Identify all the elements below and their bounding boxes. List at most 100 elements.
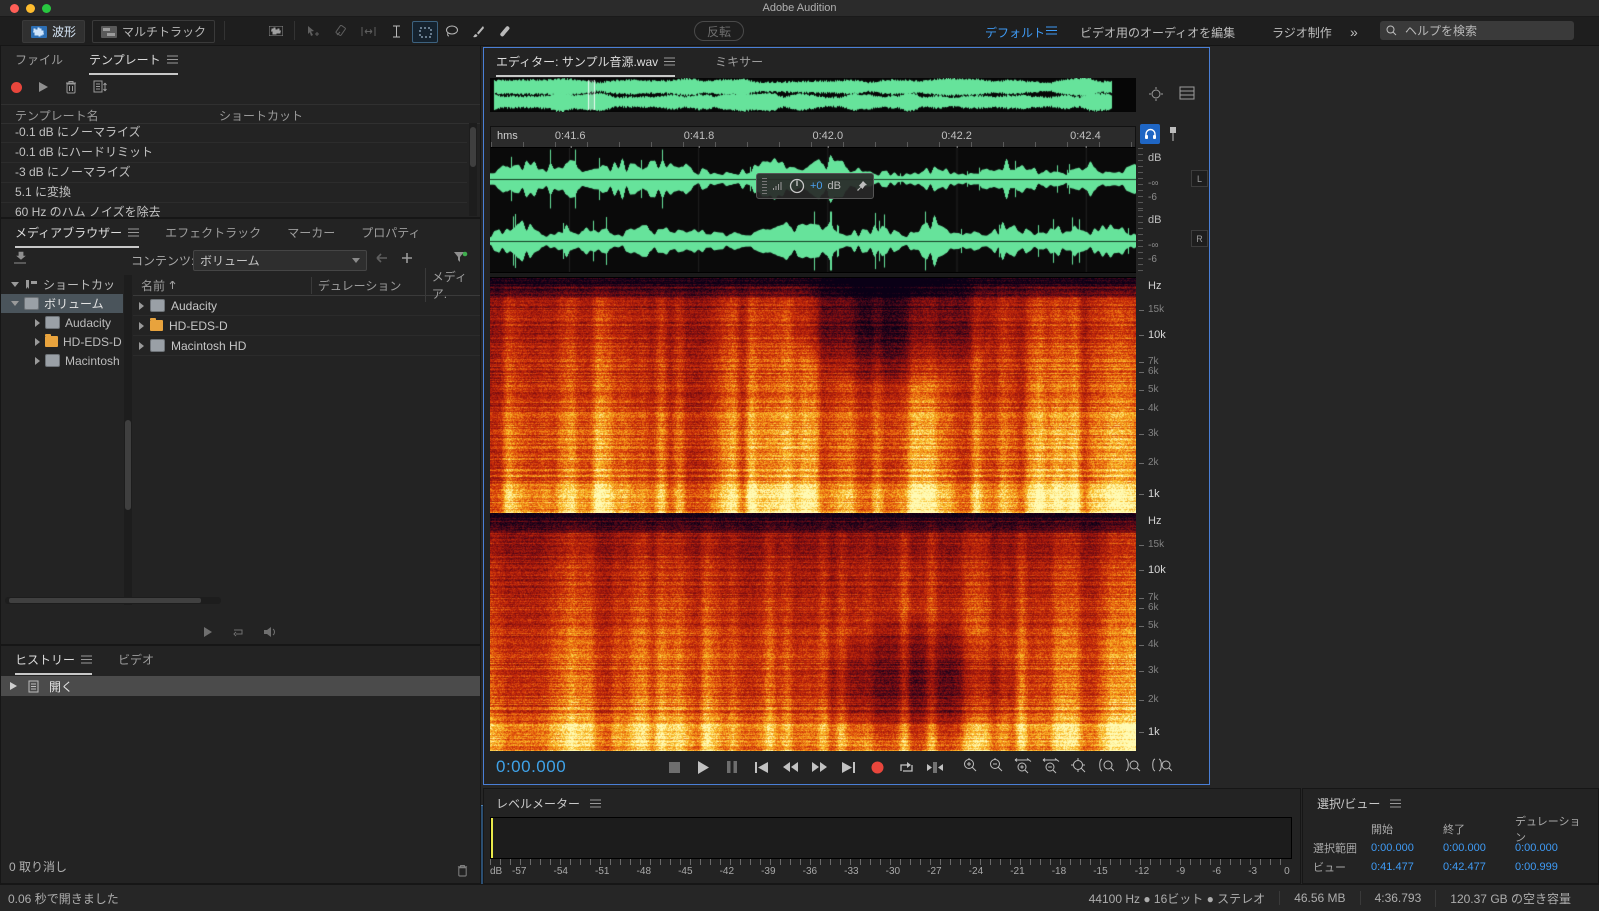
record-button[interactable]	[867, 757, 887, 777]
invert-button[interactable]: 反転	[694, 21, 745, 41]
chevron-right-icon[interactable]	[35, 318, 40, 327]
template-row[interactable]: -0.1 dB にハードリミット	[1, 143, 467, 163]
skip-to-start-button[interactable]	[751, 757, 771, 777]
pause-button[interactable]	[722, 757, 742, 777]
zoom-to-out-point-button[interactable]	[1124, 758, 1141, 773]
scrollbar-thumb[interactable]	[125, 420, 131, 510]
tab-editor[interactable]: エディター: サンプル音源.wav	[496, 53, 676, 77]
col-name[interactable]: 名前	[141, 277, 165, 294]
tab-files[interactable]: ファイル	[15, 51, 63, 68]
zoom-to-selection-button[interactable]	[1151, 758, 1172, 773]
col-template-name[interactable]: テンプレート名	[15, 107, 99, 124]
tab-effects-rack[interactable]: エフェクトラック	[165, 224, 261, 241]
right-channel-button[interactable]: R	[1191, 230, 1208, 247]
chevron-down-icon[interactable]	[11, 282, 19, 287]
workspace-edit-audio-video[interactable]: ビデオ用のオーディオを編集	[1080, 24, 1235, 41]
tab-media-browser[interactable]: メディアブラウザー	[15, 224, 140, 248]
multitrack-view-button[interactable]: マルチトラック	[92, 20, 216, 43]
tree-item-hd-eds-d[interactable]: HD-EDS-D	[1, 332, 123, 351]
slip-tool[interactable]	[356, 21, 380, 41]
play-template-button[interactable]	[38, 81, 49, 93]
spectrogram-left-channel[interactable]	[490, 278, 1136, 513]
marker-pin-icon[interactable]	[1168, 126, 1178, 144]
paintbrush-selection-tool[interactable]	[466, 21, 490, 41]
chevron-right-icon[interactable]	[139, 321, 144, 330]
panel-menu-icon[interactable]	[664, 57, 676, 66]
panel-menu-icon[interactable]	[81, 655, 93, 664]
play-button[interactable]	[693, 757, 713, 777]
scrollbar-thumb[interactable]	[9, 598, 201, 603]
workspace-radio[interactable]: ラジオ制作	[1272, 24, 1332, 41]
template-row[interactable]: 5.1 に変換	[1, 183, 467, 203]
tab-mixer[interactable]: ミキサー	[715, 53, 763, 70]
chevron-right-icon[interactable]	[35, 356, 40, 365]
spot-healing-brush-tool[interactable]	[492, 21, 516, 41]
view-start-value[interactable]: 0:41.477	[1371, 861, 1443, 873]
tree-hscrollbar[interactable]	[5, 597, 221, 604]
view-end-value[interactable]: 0:42.477	[1443, 861, 1515, 873]
spectrogram-right-channel[interactable]	[490, 513, 1136, 751]
template-row[interactable]: -0.1 dB にノーマライズ	[1, 123, 467, 143]
left-channel-button[interactable]: L	[1191, 170, 1208, 187]
selection-duration-value[interactable]: 0:00.000	[1515, 842, 1587, 854]
marquee-selection-tool[interactable]	[412, 21, 438, 43]
loop-preview-button[interactable]	[231, 626, 245, 638]
monitor-input-button[interactable]	[1140, 124, 1160, 144]
media-row-macintosh-hd[interactable]: Macintosh HD	[133, 336, 480, 356]
overview-waveform[interactable]	[490, 78, 1136, 112]
tree-scrollbar[interactable]	[124, 275, 132, 605]
stop-button[interactable]	[664, 757, 684, 777]
auto-play-button[interactable]	[263, 626, 278, 638]
col-shortcut[interactable]: ショートカット	[219, 107, 303, 124]
add-shortcut-button[interactable]	[401, 252, 413, 264]
tab-video[interactable]: ビデオ	[118, 651, 154, 668]
razor-tool[interactable]	[328, 21, 352, 41]
loop-playback-button[interactable]	[896, 757, 916, 777]
workspace-overflow-chevron[interactable]: »	[1350, 24, 1358, 40]
hud-drag-handle[interactable]	[762, 178, 767, 194]
panel-menu-icon[interactable]	[1390, 799, 1402, 808]
tab-markers[interactable]: マーカー	[287, 224, 335, 241]
workspace-default[interactable]: デフォルト	[985, 24, 1045, 41]
hud-pin-icon[interactable]	[856, 180, 868, 192]
preview-play-button[interactable]	[203, 626, 213, 638]
tab-properties[interactable]: プロパティ	[361, 224, 420, 241]
tree-item-audacity[interactable]: Audacity	[1, 313, 123, 332]
template-options-button[interactable]	[93, 80, 107, 94]
col-media[interactable]: メディア.	[424, 268, 480, 302]
view-duration-value[interactable]: 0:00.999	[1515, 861, 1587, 873]
col-duration[interactable]: デュレーション	[310, 276, 425, 294]
playhead-time-display[interactable]: 0:00.000	[496, 757, 566, 777]
tree-item-macintosh[interactable]: Macintosh	[1, 351, 123, 370]
panel-menu-icon[interactable]	[128, 228, 140, 237]
import-file-button[interactable]	[13, 251, 29, 265]
lasso-selection-tool[interactable]	[440, 21, 464, 41]
selection-start-value[interactable]: 0:00.000	[1371, 842, 1443, 854]
tab-templates[interactable]: テンプレート	[89, 51, 178, 75]
media-row-hd-eds-d[interactable]: HD-EDS-D	[133, 316, 480, 336]
waveform-right-channel[interactable]	[490, 210, 1136, 272]
back-button[interactable]	[375, 253, 388, 263]
tree-item-shortcuts[interactable]: ショートカッ	[1, 275, 123, 294]
waveform-view-button[interactable]: 波形	[22, 20, 86, 43]
delete-template-button[interactable]	[65, 80, 77, 94]
selection-end-value[interactable]: 0:00.000	[1443, 842, 1515, 854]
history-entry-open[interactable]: 開く	[1, 676, 480, 696]
selection-view-title[interactable]: 選択/ビュー	[1317, 795, 1380, 812]
skip-to-end-button[interactable]	[838, 757, 858, 777]
tab-history[interactable]: ヒストリー	[15, 651, 93, 675]
zoom-navigate-icon[interactable]	[1148, 86, 1165, 103]
chevron-right-icon[interactable]	[139, 341, 144, 350]
zoom-out-horizontal-button[interactable]	[1042, 757, 1060, 774]
zoom-in-button[interactable]	[962, 757, 978, 774]
filter-button[interactable]	[453, 251, 468, 264]
panel-menu-icon[interactable]	[166, 55, 178, 64]
record-template-button[interactable]	[11, 81, 22, 93]
zoom-out-button[interactable]	[988, 757, 1004, 774]
zoom-to-in-point-button[interactable]	[1097, 758, 1114, 773]
contents-dropdown[interactable]: ボリューム	[193, 250, 367, 271]
waveform-display-toggle[interactable]	[264, 21, 288, 41]
help-search-box[interactable]	[1380, 21, 1574, 40]
search-input[interactable]	[1403, 22, 1547, 39]
timeline-ruler[interactable]: hms 0:41.6 0:41.8 0:42.0 0:42.2 0:42.4	[490, 126, 1136, 152]
